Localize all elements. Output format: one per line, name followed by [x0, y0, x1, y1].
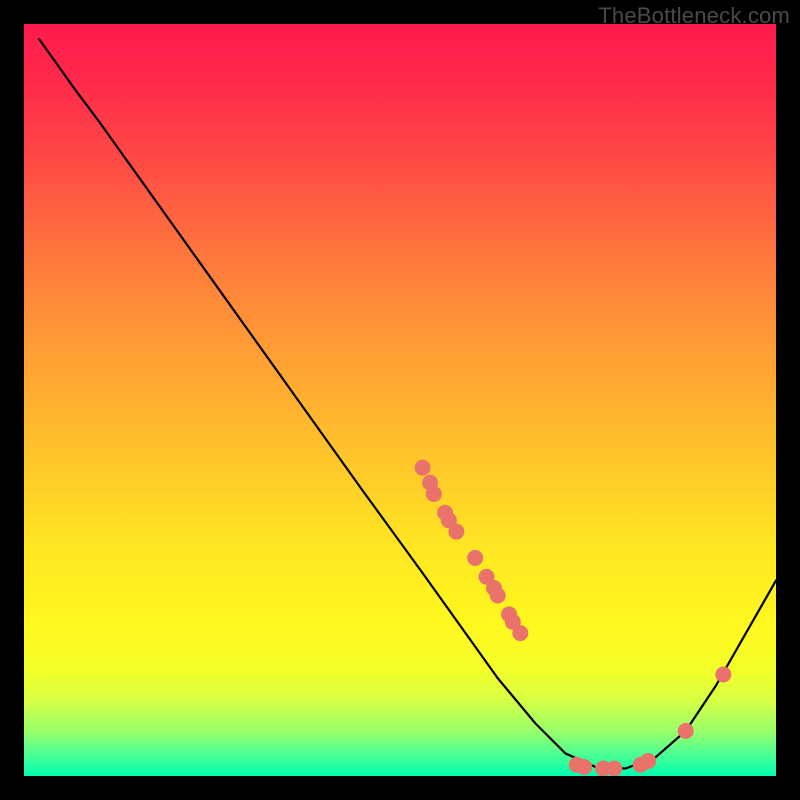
data-point [512, 625, 528, 641]
data-point [606, 760, 622, 776]
data-point [640, 753, 656, 769]
chart-area [24, 24, 776, 776]
data-point [448, 524, 464, 540]
data-point [576, 759, 592, 775]
data-points [415, 460, 732, 776]
data-point [426, 486, 442, 502]
chart-svg [24, 24, 776, 776]
data-point [490, 588, 506, 604]
data-point [415, 460, 431, 476]
watermark-text: TheBottleneck.com [598, 3, 790, 29]
data-point [467, 550, 483, 566]
data-point [678, 723, 694, 739]
bottleneck-curve [39, 39, 776, 768]
data-point [715, 666, 731, 682]
